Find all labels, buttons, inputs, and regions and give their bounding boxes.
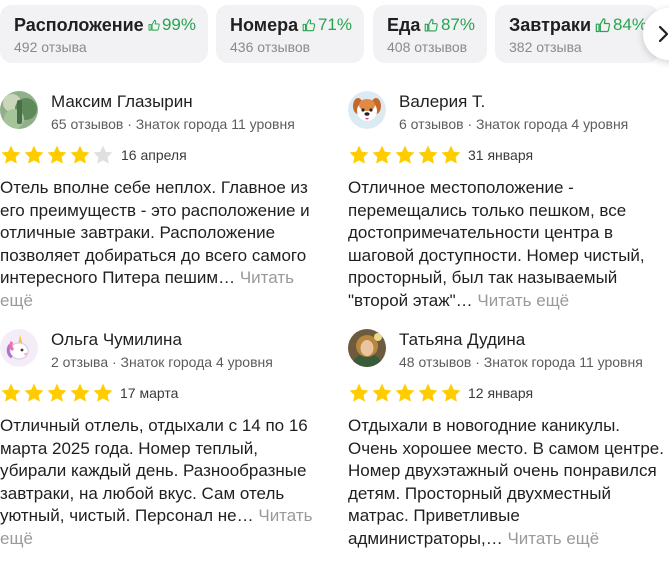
reviewer-meta: 48 отзывов · Знаток города 11 уровня [399,354,643,370]
star-icon [441,383,461,402]
chip-percent: 71% [317,15,352,34]
star-icon [47,145,67,164]
chip-food[interactable]: Еда 87% 408 отзывов [373,5,487,63]
star-icon [1,145,21,164]
star-icon [372,383,392,402]
chip-rooms[interactable]: Номера 71% 436 отзывов [216,5,364,63]
star-icon [418,145,438,164]
avatar[interactable] [348,329,386,367]
thumb-up-icon [425,18,439,31]
review-date: 17 марта [120,385,179,401]
chip-title: Еда [387,14,421,35]
star-icon [93,145,113,164]
avatar[interactable] [0,329,38,367]
star-icon [24,383,44,402]
chip-percent: 99% [161,15,196,34]
thumb-up-icon [595,17,611,32]
chip-review-count: 436 отзывов [230,39,311,55]
star-icon [1,383,21,402]
reviewer-meta: 6 отзывов · Знаток города 4 уровня [399,116,629,132]
reviewer-meta: 65 отзывов · Знаток города 11 уровня [51,116,295,132]
rating-stars [348,144,463,166]
reviewer-meta: 2 отзыва · Знаток города 4 уровня [51,354,273,370]
chip-review-count: 492 отзыва [14,39,87,55]
reviewer-name[interactable]: Татьяна Дудина [399,330,525,350]
category-chips: Расположение 99% 492 отзыва Номера 71% 4… [0,0,669,66]
chip-title: Завтраки [509,14,592,35]
chip-title: Номера [230,14,299,35]
read-more-link[interactable]: Читать ещё [507,529,599,548]
reviewer-name[interactable]: Максим Глазырин [51,92,193,112]
review-card: Максим Глазырин 65 отзывов · Знаток горо… [0,91,330,311]
chip-title: Расположение [14,14,144,35]
review-text: Отличное местоположение - перемещались т… [348,177,669,312]
avatar[interactable] [0,91,38,129]
chip-breakfasts[interactable]: Завтраки 84% 382 отзыва [495,5,659,63]
review-text: Отель вполне себе неплох. Главное из его… [0,177,328,312]
star-icon [418,383,438,402]
chip-review-count: 408 отзывов [387,39,468,55]
review-date: 16 апреля [121,147,187,163]
rating-stars [0,144,115,166]
star-icon [441,145,461,164]
star-icon [70,383,90,402]
star-icon [395,145,415,164]
review-date: 12 января [468,385,534,401]
star-icon [349,383,369,402]
thumb-up-icon [148,19,160,31]
rating-stars [0,382,115,404]
review-body: Отдыхали в новогодние каникулы. Очень хо… [348,416,664,548]
review-card: Ольга Чумилина 2 отзыва · Знаток города … [0,329,330,559]
thumb-up-icon [302,18,316,31]
review-text: Отдыхали в новогодние каникулы. Очень хо… [348,415,669,550]
reviewer-name[interactable]: Валерия Т. [399,92,485,112]
star-icon [47,383,67,402]
avatar[interactable] [348,91,386,129]
chip-percent: 87% [440,15,475,34]
chip-review-count: 382 отзыва [509,39,582,55]
star-icon [24,145,44,164]
reviewer-name[interactable]: Ольга Чумилина [51,330,182,350]
star-icon [93,383,113,402]
star-icon [372,145,392,164]
chip-percent: 84% [612,15,647,34]
chip-location[interactable]: Расположение 99% 492 отзыва [0,5,208,63]
review-card: Татьяна Дудина 48 отзывов · Знаток город… [348,329,669,559]
star-icon [395,383,415,402]
read-more-link[interactable]: Читать ещё [477,291,569,310]
review-date: 31 января [468,147,534,163]
review-text: Отличный отлель, отдыхали с 14 по 16 мар… [0,415,328,550]
star-icon [349,145,369,164]
review-card: Валерия Т. 6 отзывов · Знаток города 4 у… [348,91,669,311]
rating-stars [348,382,463,404]
star-icon [70,145,90,164]
chevron-right-icon [658,25,669,43]
